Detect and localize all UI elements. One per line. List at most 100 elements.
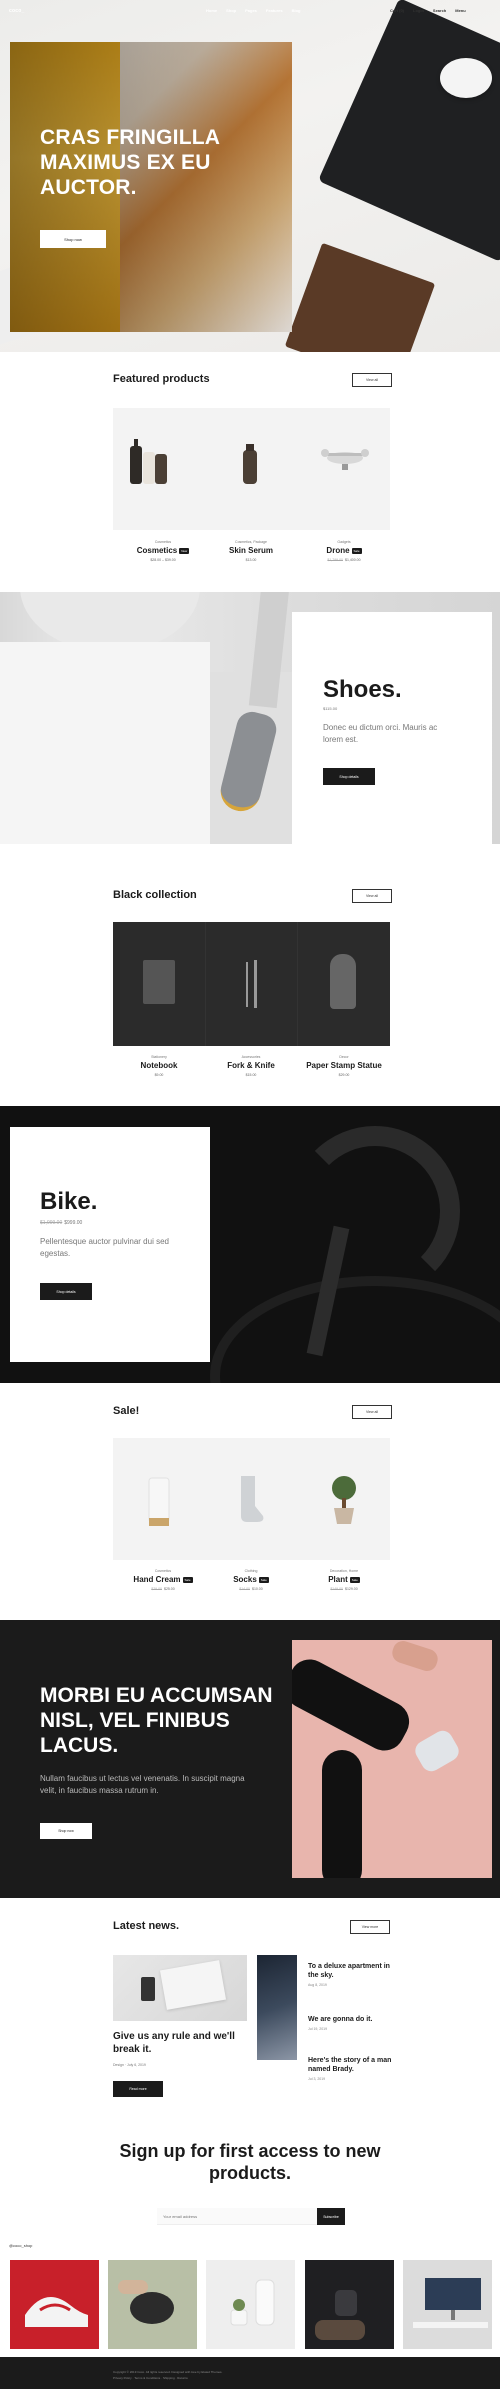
- product-name[interactable]: Paper Stamp Statue: [298, 1061, 390, 1070]
- product-card[interactable]: Accessories Fork & Knife $15.00: [205, 1055, 297, 1077]
- new-price: $25.00: [164, 1587, 175, 1591]
- nav-features[interactable]: Features: [266, 8, 283, 13]
- notebook-tile[interactable]: [113, 922, 205, 1046]
- instagram-photo-hands[interactable]: [108, 2260, 197, 2349]
- main-nav: Home Shop Pages Features Blog: [206, 8, 301, 13]
- old-price: $1,999.00: [40, 1220, 63, 1226]
- bike-description: Pellentesque auctor pulvinar dui sed ege…: [40, 1237, 169, 1258]
- product-card[interactable]: Clothing Socks Sale $14.00 $10.00: [205, 1569, 297, 1591]
- product-price: $13.00: [245, 558, 257, 562]
- nav-pages[interactable]: Pages: [245, 8, 257, 13]
- knife-image: [253, 960, 257, 1008]
- product-name[interactable]: Hand Cream Sale: [117, 1575, 209, 1584]
- runner-image: [292, 1640, 492, 1878]
- product-card[interactable]: Cosmetics, Package Skin Serum $13.00: [205, 540, 297, 562]
- login-link[interactable]: Login: [413, 8, 424, 13]
- product-name-text[interactable]: Plant: [328, 1575, 348, 1584]
- featured-products-panel: [113, 408, 390, 530]
- mouse-image: [440, 58, 492, 98]
- news-item-title[interactable]: We are gonna do it.: [308, 2015, 393, 2024]
- product-card[interactable]: Decor Paper Stamp Statue $29.00: [298, 1055, 390, 1077]
- product-category: Clothing: [244, 1569, 258, 1573]
- product-category: Cosmetics, Package: [235, 540, 267, 544]
- news-featured-title[interactable]: Give us any rule and we'll break it.: [113, 2030, 253, 2056]
- fork-knife-tile[interactable]: [205, 922, 298, 1046]
- shoes-details-button[interactable]: Shop details: [323, 768, 375, 785]
- product-name-text[interactable]: Cosmetics: [137, 546, 177, 555]
- shoes-title: Shoes.: [323, 676, 402, 703]
- sale-badge: Sale: [182, 1576, 193, 1583]
- product-name[interactable]: Socks Sale: [205, 1575, 297, 1584]
- product-category: Decoration, Home: [329, 1569, 359, 1573]
- product-card[interactable]: Cosmetics Hand Cream Sale $29.00 $25.00: [117, 1569, 209, 1591]
- statue-image: [330, 954, 357, 1009]
- news-item[interactable]: We are gonna do it. Jul 19, 2019: [308, 2015, 393, 2031]
- email-input[interactable]: [157, 2208, 317, 2225]
- nav-home[interactable]: Home: [206, 8, 217, 13]
- news-item[interactable]: Here's the story of a man named Brady. J…: [308, 2056, 393, 2081]
- product-name[interactable]: Notebook: [113, 1061, 205, 1070]
- nav-blog[interactable]: Blog: [292, 8, 301, 13]
- nav-shop[interactable]: Shop: [226, 8, 236, 13]
- sneaker-icon: [25, 2297, 88, 2327]
- product-name[interactable]: Skin Serum: [205, 546, 297, 555]
- black-view-all-button[interactable]: View all: [352, 889, 392, 903]
- product-name-text[interactable]: Socks: [233, 1575, 257, 1584]
- product-name[interactable]: Cosmetics New: [117, 546, 209, 555]
- new-price: $10.00: [252, 1587, 263, 1591]
- news-featured-image[interactable]: [113, 1955, 247, 2021]
- product-card[interactable]: Decoration, Home Plant Sale $149.00 $129.0…: [298, 1569, 390, 1591]
- instagram-photo-watch[interactable]: [305, 2260, 394, 2349]
- product-price: $29.00: [338, 1073, 350, 1077]
- hero-shop-button[interactable]: Shop now: [40, 230, 106, 248]
- new-price: $999.00: [64, 1220, 83, 1226]
- news-title: Latest news.: [113, 1920, 180, 1932]
- product-category: Decor: [339, 1055, 349, 1059]
- logo[interactable]: coco_: [9, 8, 24, 14]
- product-price: $9.00: [154, 1073, 164, 1077]
- featured-products-art: [130, 439, 369, 484]
- product-name[interactable]: Fork & Knife: [205, 1061, 297, 1070]
- product-category: Stationery: [151, 1055, 167, 1059]
- news-view-more-button[interactable]: View more: [350, 1920, 390, 1934]
- subscribe-button[interactable]: Subscribe: [317, 2208, 345, 2225]
- product-name-text[interactable]: Hand Cream: [133, 1575, 180, 1584]
- sale-view-all-button[interactable]: View all: [352, 1405, 392, 1419]
- statue-tile[interactable]: [298, 922, 391, 1046]
- news-item-title[interactable]: Here's the story of a man named Brady.: [308, 2056, 393, 2074]
- leg-image: [322, 1750, 362, 1878]
- phone-image: [141, 1977, 155, 2001]
- old-price: $149.00: [330, 1587, 343, 1591]
- new-badge: New: [179, 547, 190, 554]
- product-card[interactable]: Stationery Notebook $9.00: [113, 1055, 205, 1077]
- sale-badge: Sale: [349, 1576, 360, 1583]
- footer-copyright: Copyright © 2019 Coco. All rights reserv…: [113, 2370, 223, 2374]
- product-name[interactable]: Plant Sale: [298, 1575, 390, 1584]
- instagram-photo-vases[interactable]: [206, 2260, 295, 2349]
- news-building-image[interactable]: [257, 1955, 297, 2060]
- news-item-title[interactable]: To a deluxe apartment in the sky.: [308, 1962, 393, 1980]
- hero-section: CRAS FRINGILLA MAXIMUS EX EU AUCTOR. Sho…: [0, 0, 500, 352]
- news-item-date: Jul 19, 2019: [308, 2027, 328, 2031]
- featured-view-all-button[interactable]: View all: [352, 373, 392, 387]
- instagram-photo-sneaker[interactable]: [10, 2260, 99, 2349]
- instagram-photo-desk[interactable]: [403, 2260, 492, 2349]
- product-card[interactable]: Cosmetics Cosmetics New $28.00 – $39.00: [117, 540, 209, 562]
- sale-title: Sale!: [113, 1405, 140, 1417]
- news-item[interactable]: To a deluxe apartment in the sky. Aug 8,…: [308, 1962, 393, 1987]
- bike-details-button[interactable]: Shop details: [40, 1283, 92, 1300]
- cart-link[interactable]: Cart (0): [390, 8, 404, 13]
- menu-link[interactable]: Menu: [455, 8, 465, 13]
- fork-image: [245, 962, 248, 1007]
- instagram-handle[interactable]: @coco_shop: [9, 2243, 32, 2248]
- product-price: $15.00: [245, 1073, 257, 1077]
- footer-links[interactable]: Privacy Policy · Terms & Conditions · Sh…: [113, 2376, 188, 2380]
- promo-shop-button[interactable]: Shop now: [40, 1823, 92, 1839]
- news-item-date: Jul 3, 2019: [308, 2077, 326, 2081]
- product-card[interactable]: Gadgets Drone Sale $1,799.00 $1,400.00: [298, 540, 390, 562]
- search-link[interactable]: Search: [433, 8, 446, 13]
- sale-products-panel: [113, 1438, 390, 1560]
- news-read-more-button[interactable]: Read more: [113, 2081, 163, 2097]
- product-name[interactable]: Drone Sale: [298, 546, 390, 555]
- product-name-text[interactable]: Drone: [326, 546, 349, 555]
